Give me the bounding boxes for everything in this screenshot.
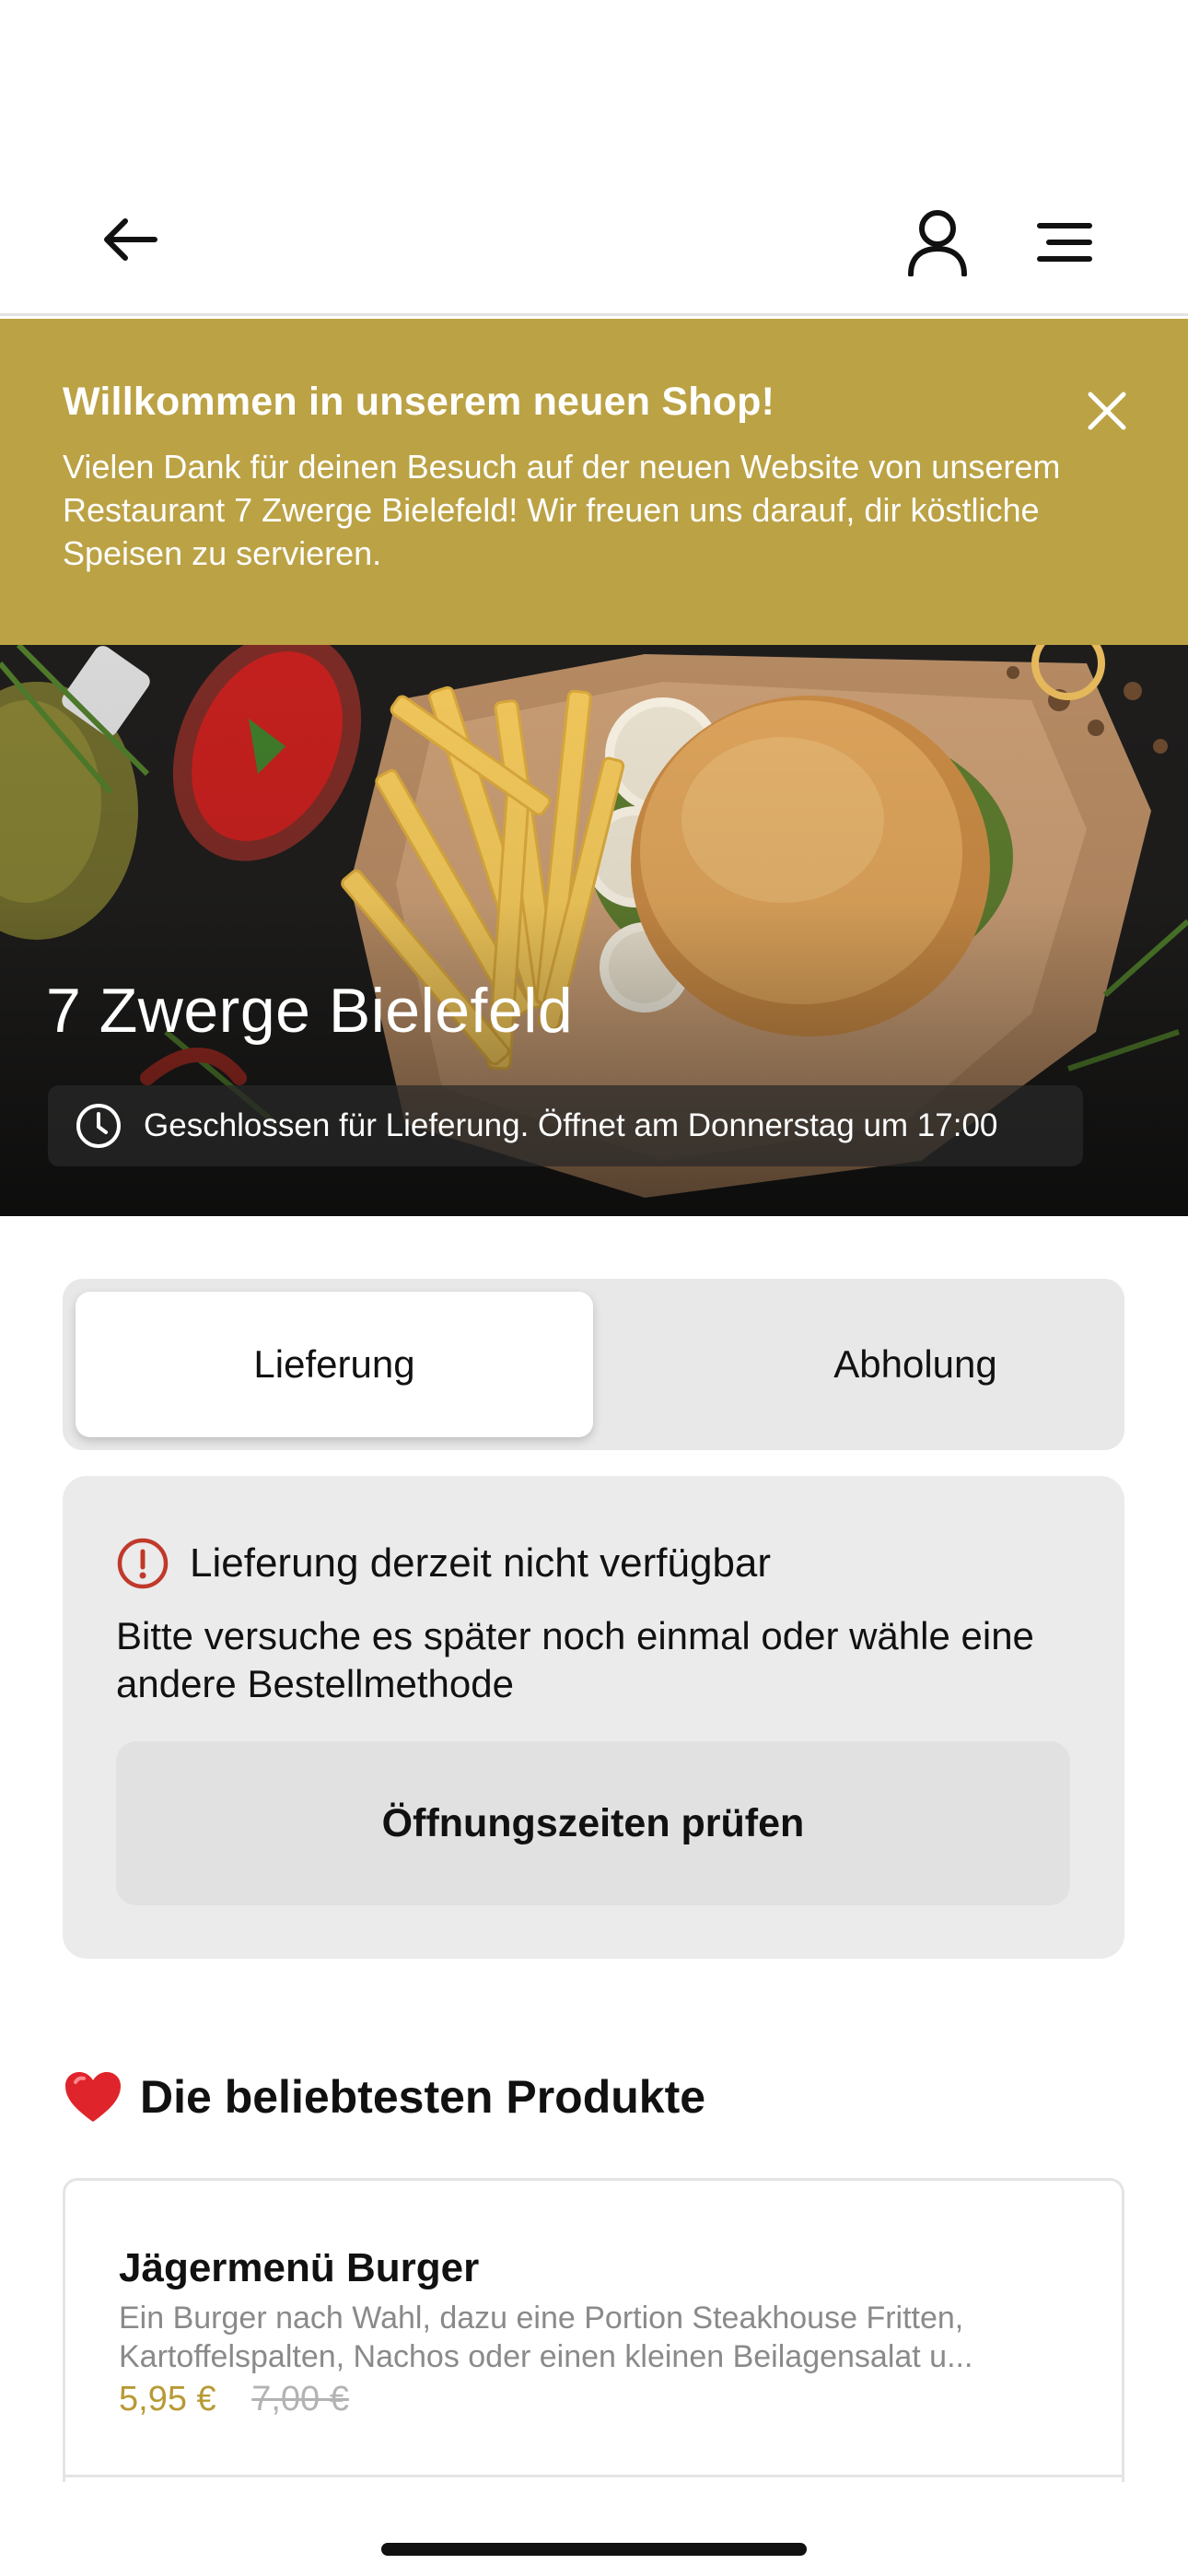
close-icon (1088, 392, 1126, 430)
opening-status: Geschlossen für Lieferung. Öffnet am Don… (48, 1085, 1083, 1166)
heart-icon (65, 2072, 121, 2122)
restaurant-name: 7 Zwerge Bielefeld (46, 976, 574, 1046)
back-button[interactable] (88, 198, 171, 281)
banner-text: Vielen Dank für deinen Besuch auf der ne… (63, 448, 1061, 572)
product-description: Ein Burger nach Wahl, dazu eine Portion … (119, 2301, 964, 2336)
info-icon (116, 1537, 169, 1590)
notice-header: Lieferung derzeit nicht verfügbar (116, 1537, 1071, 1590)
notice-title: Lieferung derzeit nicht verfügbar (190, 1540, 772, 1586)
top-navigation (0, 170, 1188, 316)
menu-icon (1037, 223, 1092, 262)
order-method-toggle: Lieferung Abholung (63, 1279, 1124, 1450)
notice-text: Bitte versuche es später noch einmal ode… (116, 1614, 1034, 1705)
home-indicator[interactable] (381, 2543, 807, 2556)
arrow-left-icon (104, 218, 157, 261)
user-icon (908, 210, 967, 276)
account-button[interactable] (893, 198, 982, 287)
banner-title: Willkommen in unserem neuen Shop! (63, 380, 775, 424)
menu-button[interactable] (1020, 198, 1109, 287)
popular-products-heading: Die beliebtesten Produkte (63, 2069, 705, 2125)
tab-abholung[interactable]: Abholung (657, 1292, 1174, 1437)
product-old-price: 7,00 € (251, 2380, 349, 2418)
banner-close-button[interactable] (1070, 374, 1144, 448)
welcome-banner: Willkommen in unserem neuen Shop! Vielen… (0, 319, 1188, 645)
clock-icon (74, 1101, 123, 1151)
opening-status-text: Geschlossen für Lieferung. Öffnet am Don… (144, 1107, 998, 1143)
product-price: 5,95 € (119, 2380, 216, 2418)
price-row: 5,95 € 7,00 € (119, 2380, 1068, 2419)
product-description-continued: Kartoffelspalten, Nachos oder einen klei… (119, 2339, 973, 2374)
product-name: Jägermenü Burger (119, 2245, 480, 2290)
next-card-edge (63, 2475, 1124, 2477)
product-card[interactable]: Jägermenü Burger Ein Burger nach Wahl, d… (63, 2178, 1124, 2482)
delivery-unavailable-notice: Lieferung derzeit nicht verfügbar Bitte … (63, 1476, 1124, 1959)
popular-products-title: Die beliebtesten Produkte (140, 2071, 706, 2123)
tab-lieferung[interactable]: Lieferung (76, 1292, 593, 1437)
check-opening-hours-button[interactable]: Öffnungszeiten prüfen (116, 1741, 1070, 1905)
status-bar-area (0, 0, 1188, 170)
hero-image: 7 Zwerge Bielefeld Geschlossen für Liefe… (0, 645, 1188, 1216)
